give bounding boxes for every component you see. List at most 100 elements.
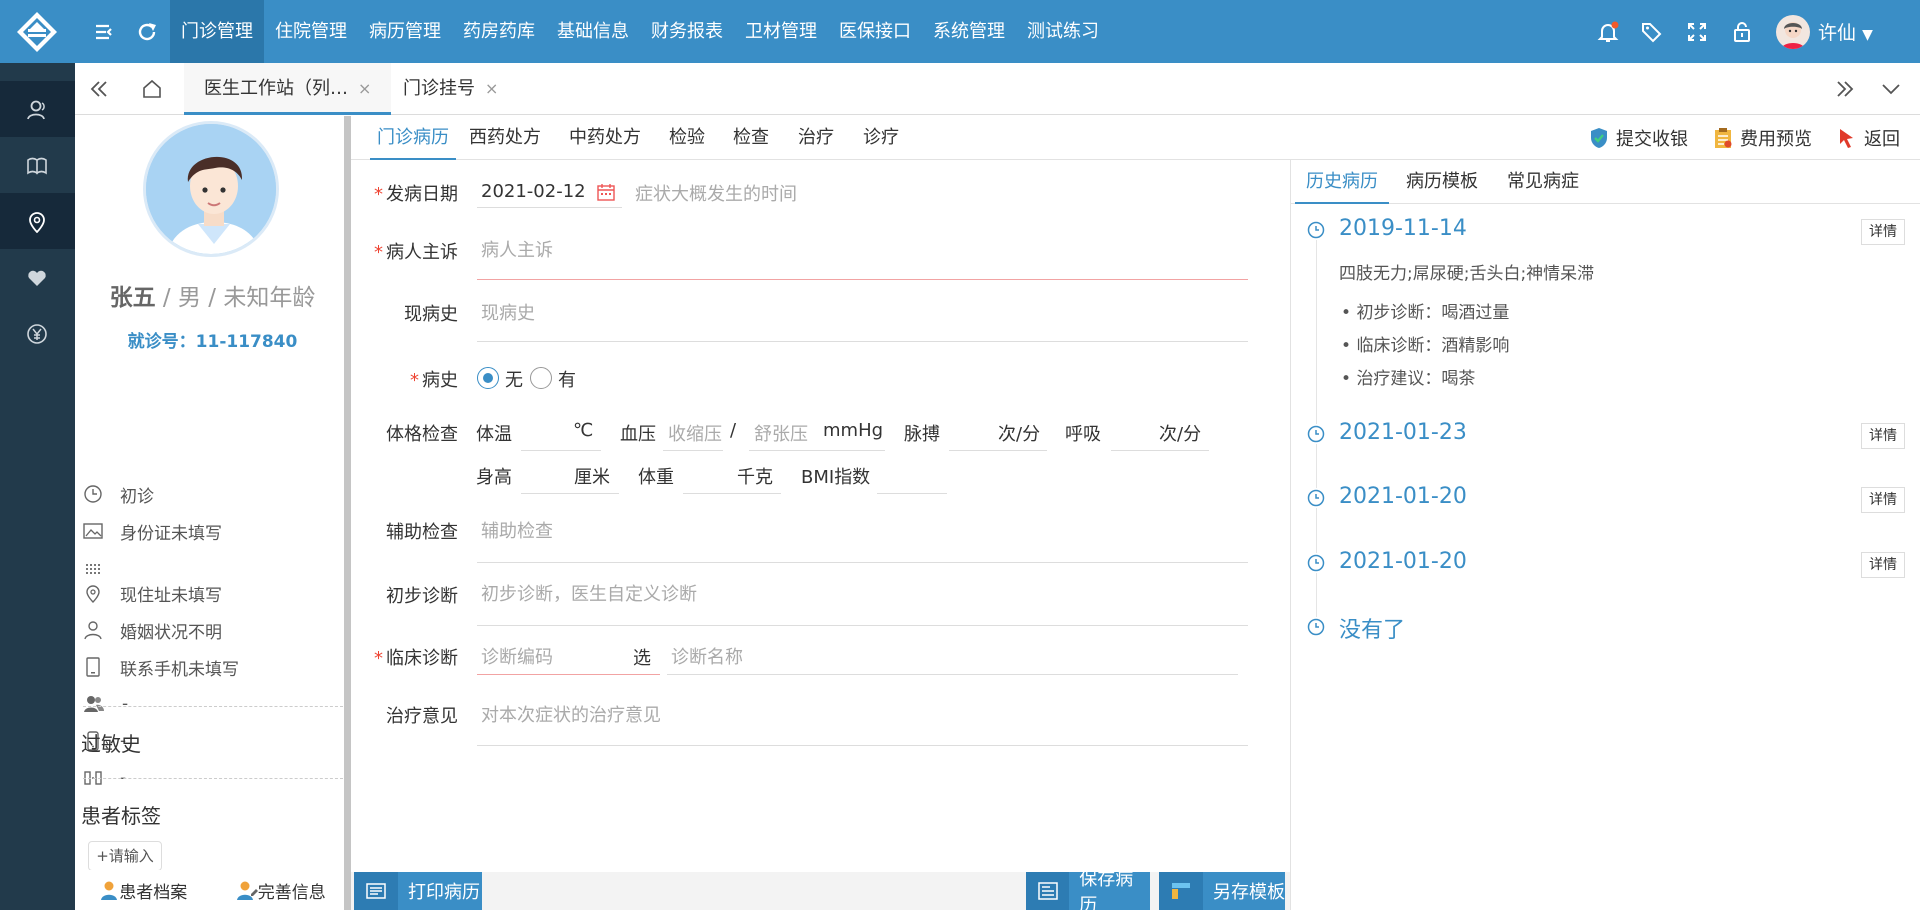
nav-system[interactable]: 系统管理 — [922, 0, 1016, 63]
tab-chinese-rx[interactable]: 中药处方 — [569, 116, 641, 160]
respiration-unit: 次/分 — [1159, 424, 1202, 445]
nav-outpatient[interactable]: 门诊管理 — [170, 0, 264, 63]
lock-icon[interactable] — [1730, 20, 1754, 44]
history-date[interactable]: 2019-11-14 — [1339, 216, 1467, 241]
info-marriage: 婚姻状况不明 — [83, 615, 222, 645]
pulse-input[interactable] — [949, 450, 1047, 451]
bmi-input[interactable] — [877, 493, 947, 494]
print-record-button[interactable]: 打印病历 — [354, 872, 482, 910]
diagnosis-name-input[interactable]: 诊断名称 — [671, 643, 743, 669]
complaint-input[interactable]: 病人主诉 — [481, 236, 553, 262]
tab-scroll-right[interactable] — [1821, 63, 1869, 115]
complaint-underline — [477, 279, 1248, 280]
nav-records[interactable]: 病历管理 — [358, 0, 452, 63]
fee-preview-button[interactable]: 费用预览 — [1712, 125, 1812, 151]
home-tab[interactable] — [128, 63, 176, 115]
temperature-input[interactable] — [521, 450, 601, 451]
history-detail-button[interactable]: 详情 — [1861, 487, 1905, 513]
tab-exam[interactable]: 检查 — [733, 116, 769, 160]
history-date[interactable]: 2021-01-20 — [1339, 549, 1467, 574]
history-date[interactable]: 2021-01-23 — [1339, 420, 1467, 445]
complete-info-button[interactable]: 完善信息 — [236, 878, 326, 903]
info-visit-type: 初诊 — [83, 479, 154, 509]
treatment-input[interactable]: 对本次症状的治疗意见 — [481, 701, 661, 727]
nav-inpatient[interactable]: 住院管理 — [264, 0, 358, 63]
height-input[interactable] — [521, 493, 619, 494]
contacts-icon — [84, 696, 104, 712]
clock-icon — [1306, 617, 1326, 637]
aux-exam-input[interactable]: 辅助检查 — [481, 517, 553, 543]
nav-test[interactable]: 测试练习 — [1016, 0, 1110, 63]
patient-name: 张五 / 男 / 未知年龄 — [75, 278, 350, 312]
nav-materials[interactable]: 卫材管理 — [734, 0, 828, 63]
tab-record-templates[interactable]: 病历模板 — [1406, 160, 1478, 204]
bp-diastolic-input[interactable]: 舒张压 — [754, 420, 808, 446]
past-history-yes-radio[interactable] — [530, 367, 552, 389]
submit-cashier-button[interactable]: 提交收银 — [1588, 125, 1688, 151]
nav-pharmacy[interactable]: 药房药库 — [452, 0, 546, 63]
rail-item-patients[interactable] — [0, 81, 75, 137]
past-history-no-label: 无 — [505, 370, 523, 391]
present-history-input[interactable]: 现病史 — [481, 299, 535, 325]
chevron-down-icon — [1882, 84, 1900, 95]
rail-item-location[interactable] — [0, 193, 75, 249]
tab-registration[interactable]: 门诊挂号 × — [383, 63, 518, 115]
divider — [83, 778, 343, 779]
prelim-diagnosis-input[interactable]: 初步诊断，医生自定义诊断 — [481, 580, 697, 606]
rail-item-favorites[interactable] — [0, 249, 75, 305]
tab-scroll-left[interactable] — [75, 63, 123, 115]
back-button[interactable]: 返回 — [1836, 125, 1900, 151]
save-template-button[interactable]: 另存模板 — [1159, 872, 1285, 910]
diagnosis-code-input[interactable]: 诊断编码 — [481, 643, 553, 669]
patient-sex-age: / 男 / 未知年龄 — [155, 285, 316, 311]
onset-date-input[interactable]: 2021-02-12 — [481, 181, 586, 202]
rail-item-books[interactable] — [0, 137, 75, 193]
history-detail-button[interactable]: 详情 — [1861, 219, 1905, 245]
refresh-icon[interactable] — [135, 20, 159, 44]
tab-lab[interactable]: 检验 — [669, 116, 705, 160]
clock-icon — [1306, 488, 1326, 508]
patient-avatar — [143, 121, 279, 257]
tag-input[interactable]: +请输入 — [88, 841, 162, 871]
nav-basic-info[interactable]: 基础信息 — [546, 0, 640, 63]
left-rail — [0, 63, 75, 910]
nav-finance[interactable]: 财务报表 — [640, 0, 734, 63]
weight-input[interactable] — [683, 493, 781, 494]
user-name[interactable]: 许仙 ▼ — [1818, 18, 1873, 45]
rail-item-finance[interactable] — [0, 305, 75, 361]
aux-exam-label: 辅助检查 — [386, 522, 458, 543]
past-history-no-radio[interactable] — [477, 367, 499, 389]
save-record-button[interactable]: 保存病历 — [1026, 869, 1150, 916]
fullscreen-icon[interactable] — [1685, 20, 1709, 44]
bell-icon[interactable] — [1596, 20, 1620, 44]
respiration-input[interactable] — [1111, 450, 1209, 451]
shield-check-icon — [1591, 128, 1607, 148]
tab-treatment[interactable]: 治疗 — [798, 116, 834, 160]
patient-archive-button[interactable]: 患者档案 — [99, 878, 187, 903]
tag-icon[interactable] — [1640, 20, 1664, 44]
tab-western-rx[interactable]: 西药处方 — [469, 116, 541, 160]
close-icon[interactable]: × — [358, 79, 371, 98]
patient-archive-label: 患者档案 — [119, 882, 188, 903]
history-date[interactable]: 2021-01-20 — [1339, 484, 1467, 509]
diagnosis-pick-button[interactable]: 选 — [633, 644, 651, 670]
tab-common-symptoms[interactable]: 常见病症 — [1507, 160, 1579, 204]
tab-diagnosis[interactable]: 诊疗 — [863, 116, 899, 160]
user-avatar[interactable] — [1776, 15, 1810, 49]
history-detail-button[interactable]: 详情 — [1861, 423, 1905, 449]
tab-dropdown[interactable] — [1867, 63, 1915, 115]
past-history-label: * 病史 — [351, 366, 458, 392]
calendar-icon[interactable] — [596, 182, 616, 202]
bp-systolic-input[interactable]: 收缩压 — [668, 420, 722, 446]
menu-toggle-icon[interactable] — [92, 20, 116, 44]
panel-splitter[interactable] — [344, 116, 351, 910]
present-history-underline — [477, 341, 1248, 342]
tab-doctor-workstation[interactable]: 医生工作站（列… × — [184, 63, 392, 115]
physical-exam-label: 体格检查 — [386, 424, 458, 445]
tab-history-records[interactable]: 历史病历 — [1295, 160, 1389, 204]
nav-insurance[interactable]: 医保接口 — [828, 0, 922, 63]
tab-outpatient-record[interactable]: 门诊病历 — [370, 116, 456, 160]
close-icon[interactable]: × — [485, 79, 498, 98]
history-detail-button[interactable]: 详情 — [1861, 552, 1905, 578]
medical-record-panel: 门诊病历 西药处方 中药处方 检验 检查 治疗 诊疗 提交收银 费用预览 返回 … — [351, 116, 1920, 916]
